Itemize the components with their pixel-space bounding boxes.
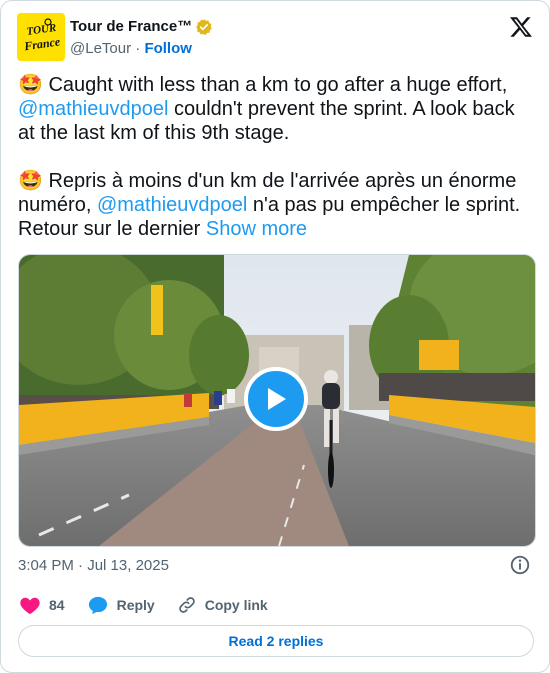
tweet-text: 🤩 Caught with less than a km to go after… — [18, 74, 526, 240]
reply-bubble-icon — [88, 596, 107, 615]
show-more-link[interactable]: Show more — [206, 218, 307, 240]
action-bar: 84 Reply Copy link — [19, 593, 290, 617]
mention-link[interactable]: @mathieuvdpoel — [18, 98, 168, 120]
tweet-card: TOUR France Tour de France™ @LeTour · Fo… — [0, 0, 550, 673]
play-icon — [268, 388, 286, 410]
author-handle[interactable]: @LeTour — [70, 40, 131, 57]
reply-button[interactable]: Reply — [87, 595, 155, 615]
mention-link[interactable]: @mathieuvdpoel — [97, 194, 247, 216]
avatar[interactable]: TOUR France — [17, 13, 65, 61]
tour-de-france-logo: TOUR France — [17, 13, 65, 61]
author-info: Tour de France™ @LeTour · Follow — [70, 17, 213, 59]
info-icon[interactable] — [509, 554, 531, 576]
read-replies-button[interactable]: Read 2 replies — [18, 625, 534, 657]
copy-link-label: Copy link — [204, 597, 268, 613]
emoji: 🤩 — [18, 170, 43, 192]
like-count: 84 — [49, 597, 65, 613]
x-logo-icon[interactable] — [509, 15, 533, 39]
link-icon — [178, 597, 195, 613]
copy-link-button[interactable]: Copy link — [177, 595, 268, 615]
tweet-header: TOUR France Tour de France™ @LeTour · Fo… — [17, 13, 533, 63]
separator: · — [135, 40, 141, 57]
emoji: 🤩 — [18, 74, 43, 96]
verified-badge-icon — [196, 19, 213, 36]
play-button[interactable] — [244, 367, 308, 431]
like-button[interactable]: 84 — [19, 595, 65, 615]
handle-line: @LeTour · Follow — [70, 39, 213, 59]
heart-icon — [20, 597, 40, 615]
tweet-timestamp[interactable]: 3:04 PM · Jul 13, 2025 — [18, 556, 169, 576]
reply-label: Reply — [116, 597, 155, 613]
author-display-name[interactable]: Tour de France™ — [70, 17, 213, 37]
follow-button[interactable]: Follow — [144, 40, 192, 57]
video-player[interactable] — [18, 254, 536, 547]
